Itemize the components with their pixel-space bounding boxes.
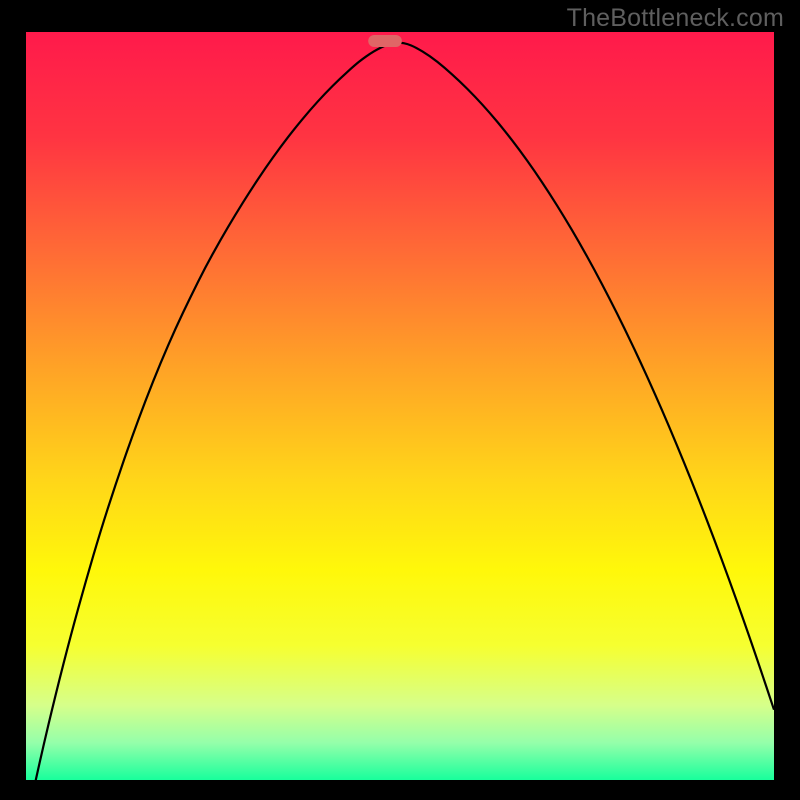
optimal-marker <box>368 35 402 47</box>
chart-container: TheBottleneck.com <box>0 0 800 800</box>
chart-svg <box>26 32 774 780</box>
watermark-text: TheBottleneck.com <box>567 4 784 33</box>
plot-frame <box>26 32 774 780</box>
gradient-background <box>26 32 774 780</box>
